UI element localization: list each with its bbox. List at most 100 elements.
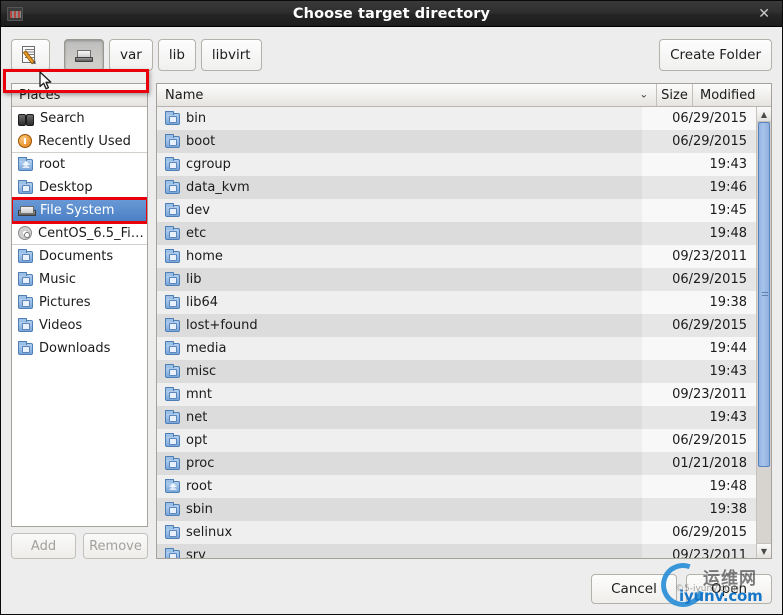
close-icon[interactable]: ✕ [752, 5, 776, 23]
scrollbar-track[interactable] [757, 122, 771, 543]
table-row[interactable]: cgroup 19:43 [157, 153, 756, 176]
sidebar-item-documents[interactable]: Documents [12, 245, 147, 268]
table-row[interactable]: mnt 09/23/2011 [157, 383, 756, 406]
file-name-label: cgroup [186, 157, 231, 172]
file-name-label: etc [186, 226, 207, 241]
create-folder-button[interactable]: Create Folder [659, 39, 772, 71]
table-row[interactable]: boot 06/29/2015 [157, 130, 756, 153]
file-modified-cell: 19:43 [642, 153, 756, 176]
add-place-button[interactable]: Add [11, 533, 76, 559]
table-row[interactable]: etc 19:48 [157, 222, 756, 245]
file-name-cell: lib64 [157, 295, 606, 310]
file-name-label: home [186, 249, 223, 264]
file-name-label: dev [186, 203, 210, 218]
file-name-cell: lost+found [157, 318, 606, 333]
sidebar-item-label: Downloads [39, 341, 111, 356]
breadcrumb-lib[interactable]: lib [157, 39, 196, 71]
sidebar-item-file-system[interactable]: File System [12, 197, 147, 224]
table-row[interactable]: net 19:43 [157, 406, 756, 429]
breadcrumb-var[interactable]: var [109, 39, 153, 71]
file-name-cell: etc [157, 226, 606, 241]
file-modified-cell: 06/29/2015 [642, 314, 756, 337]
file-name-cell: home [157, 249, 606, 264]
places-list[interactable]: Search Recently Used root Desktop File Syste… [12, 107, 147, 526]
sidebar-item-search[interactable]: Search [12, 107, 147, 130]
remove-place-button[interactable]: Remove [83, 533, 148, 559]
file-name-label: root [186, 479, 213, 494]
scroll-up-icon[interactable]: ▲ [757, 107, 771, 122]
file-name-cell: selinux [157, 525, 606, 540]
vertical-scrollbar[interactable]: ▲ ▼ [756, 107, 771, 558]
file-modified-cell: 01/21/2018 [642, 452, 756, 475]
table-row[interactable]: misc 19:43 [157, 360, 756, 383]
table-row[interactable]: dev 19:45 [157, 199, 756, 222]
type-location-button[interactable] [11, 39, 50, 71]
sidebar-item-music[interactable]: Music [12, 268, 147, 291]
file-name-cell: boot [157, 134, 606, 149]
file-chooser-dialog: Choose target directory ✕ var lib libvir… [0, 0, 783, 615]
file-name-label: opt [186, 433, 208, 448]
file-name-label: srv [186, 548, 206, 558]
table-row[interactable]: lib64 19:38 [157, 291, 756, 314]
file-rows[interactable]: bin 06/29/2015 boot 06/29/2015 cgroup 19:43 da… [3, 69, 756, 558]
sidebar-item-videos[interactable]: Videos [12, 314, 147, 337]
table-row[interactable]: root 19:48 [157, 475, 756, 498]
folder-icon [18, 341, 33, 355]
file-name-label: net [186, 410, 208, 425]
table-row[interactable]: lost+found 06/29/2015 [157, 314, 756, 337]
scroll-down-icon[interactable]: ▼ [757, 543, 771, 558]
file-modified-cell: 06/29/2015 [642, 268, 756, 291]
table-row[interactable]: bin 06/29/2015 [157, 107, 756, 130]
table-row[interactable]: srv 09/23/2011 [157, 544, 756, 558]
file-name-label: bin [186, 111, 207, 126]
file-name-label: sbin [186, 502, 213, 517]
sidebar-item-label: Pictures [39, 295, 91, 310]
breadcrumb-filesystem-button[interactable] [64, 39, 104, 71]
file-name-label: selinux [186, 525, 233, 540]
file-modified-cell: 06/29/2015 [642, 107, 756, 130]
column-header-name[interactable]: Name ⌄ [157, 84, 657, 106]
folder-icon [165, 364, 180, 378]
folder-icon [165, 525, 180, 539]
table-row[interactable]: selinux 06/29/2015 [157, 521, 756, 544]
folder-icon [165, 295, 180, 309]
column-header-size[interactable]: Size [657, 84, 693, 106]
file-name-cell: bin [157, 111, 606, 126]
folder-icon [165, 272, 180, 286]
folder-icon [165, 433, 180, 447]
sidebar-item-centos-6-5-fi[interactable]: CentOS_6.5_Fi… [12, 222, 147, 245]
cancel-button[interactable]: Cancel [591, 573, 677, 604]
sidebar-item-desktop[interactable]: Desktop [12, 176, 147, 199]
vm-app-icon [7, 6, 23, 21]
file-name-label: mnt [186, 387, 212, 402]
folder-icon [165, 157, 180, 171]
scrollbar-thumb[interactable] [758, 122, 770, 468]
table-row[interactable]: sbin 19:38 [157, 498, 756, 521]
sidebar-item-recently-used[interactable]: Recently Used [12, 130, 147, 153]
table-row[interactable]: media 19:44 [157, 337, 756, 360]
places-panel: Places Search Recently Used root Desktop Fil… [11, 83, 148, 527]
table-row[interactable]: lib 06/29/2015 [157, 268, 756, 291]
file-modified-cell: 19:46 [642, 176, 756, 199]
sidebar-item-label: Search [40, 111, 85, 126]
breadcrumb-libvirt[interactable]: libvirt [200, 39, 262, 71]
table-row[interactable]: opt 06/29/2015 [157, 429, 756, 452]
sidebar-item-label: Desktop [39, 180, 93, 195]
folder-icon [165, 203, 180, 217]
file-name-cell: opt [157, 433, 606, 448]
sidebar-item-root[interactable]: root [12, 153, 147, 176]
file-name-cell: data_kvm [157, 180, 606, 195]
sidebar-item-downloads[interactable]: Downloads [12, 337, 147, 360]
file-name-cell: sbin [157, 502, 606, 517]
sidebar-item-pictures[interactable]: Pictures [12, 291, 147, 314]
table-row[interactable]: home 09/23/2011 [157, 245, 756, 268]
folder-icon [18, 295, 33, 309]
open-button[interactable]: Open [686, 573, 772, 604]
file-name-label: data_kvm [186, 180, 250, 195]
table-row[interactable]: proc 01/21/2018 [157, 452, 756, 475]
dialog-body: var lib libvirt Create Folder Places Sea… [1, 27, 782, 614]
file-name-label: lib64 [186, 295, 219, 310]
column-header-modified[interactable]: Modified [693, 84, 771, 106]
table-row[interactable]: data_kvm 19:46 [157, 176, 756, 199]
file-modified-cell: 19:48 [642, 475, 756, 498]
